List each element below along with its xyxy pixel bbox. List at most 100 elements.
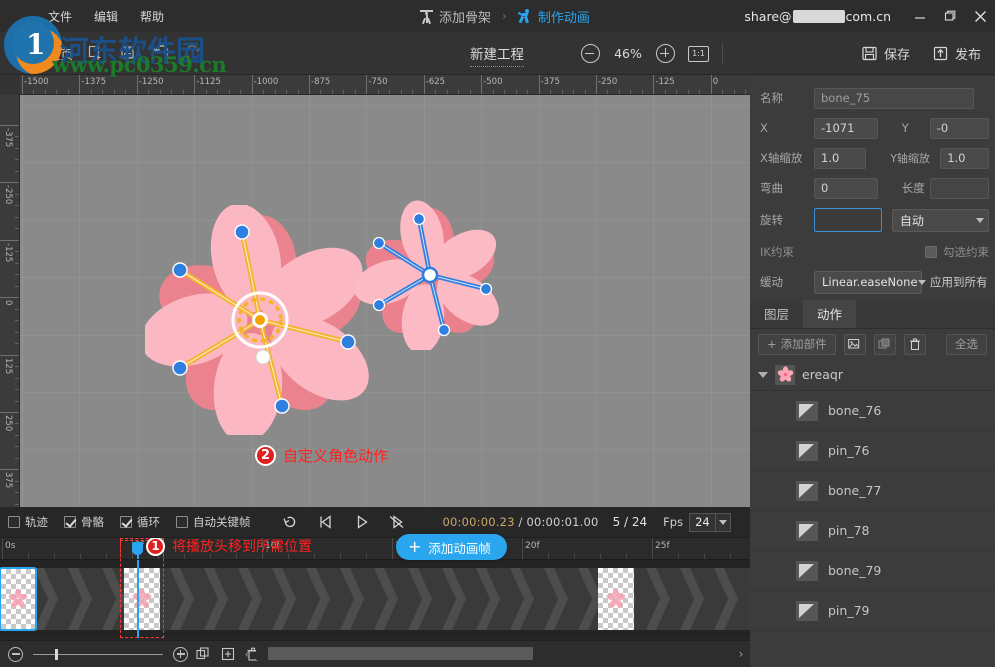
- zoom-out-icon[interactable]: [581, 44, 600, 63]
- play-icon[interactable]: [353, 513, 371, 531]
- duplicate-icon[interactable]: [874, 334, 896, 355]
- ruler-minor-tick: [734, 90, 735, 94]
- zoom-slider[interactable]: [33, 647, 163, 662]
- rotate-mode-select[interactable]: 自动: [892, 209, 989, 232]
- user-account[interactable]: share@ com.cn: [744, 9, 891, 24]
- x-input[interactable]: -1071: [814, 118, 878, 139]
- layer-row[interactable]: bone_77: [750, 471, 995, 511]
- delete-icon[interactable]: [904, 334, 926, 355]
- horizontal-scrollbar[interactable]: ‹ ›: [238, 640, 750, 667]
- prev-frame-icon[interactable]: [317, 513, 335, 531]
- checkbox-bones-label: 骨骼: [81, 514, 104, 530]
- ruler-tick: [0, 297, 20, 298]
- checkbox-trajectory[interactable]: 轨迹: [8, 514, 48, 530]
- add-part-button[interactable]: + 添加部件: [758, 334, 836, 355]
- project-name[interactable]: 新建工程: [470, 43, 524, 67]
- actual-size-button[interactable]: 1:1: [688, 46, 709, 62]
- replay-icon[interactable]: [281, 513, 299, 531]
- chevron-down-icon[interactable]: [758, 372, 768, 378]
- ik-constraint-checkbox[interactable]: [925, 246, 937, 258]
- layer-row[interactable]: pin_76: [750, 431, 995, 471]
- layer-row[interactable]: bone_79: [750, 551, 995, 591]
- ruler-minor-tick: [447, 90, 448, 94]
- checkbox-loop[interactable]: 循环: [120, 514, 160, 530]
- close-button[interactable]: [965, 0, 995, 32]
- menu-edit[interactable]: 编辑: [94, 8, 118, 25]
- save-disk-icon[interactable]: [119, 44, 137, 62]
- y-input[interactable]: -0: [930, 118, 989, 139]
- menu-help[interactable]: 帮助: [140, 8, 164, 25]
- next-frame-icon[interactable]: [389, 513, 407, 531]
- publish-button[interactable]: 发布: [932, 44, 981, 63]
- timeline-ruler[interactable]: 1 将播放头移到所需位置 0s5f10f15f20f25f: [0, 538, 750, 560]
- scroll-left-icon[interactable]: ‹: [238, 647, 256, 661]
- ruler-minor-tick: [15, 320, 19, 321]
- timeline-track-area[interactable]: [0, 560, 750, 638]
- add-image-icon[interactable]: [844, 334, 866, 355]
- keyframe-thumbnail[interactable]: [598, 568, 634, 630]
- scroll-right-icon[interactable]: ›: [732, 647, 750, 661]
- back-home-button[interactable]: 返回主页: [12, 44, 73, 63]
- zoom-in-icon[interactable]: [656, 44, 675, 63]
- ruler-minor-tick: [298, 90, 299, 94]
- scrollbar-thumb[interactable]: [268, 647, 533, 660]
- layer-row[interactable]: pin_78: [750, 511, 995, 551]
- keyframe-flower-icon: [605, 588, 627, 610]
- playhead-handle[interactable]: [132, 542, 143, 555]
- ruler-minor-tick: [15, 251, 19, 252]
- save-button[interactable]: 保存: [861, 44, 910, 63]
- copy-frame-icon[interactable]: [193, 644, 213, 664]
- apply-to-all-button[interactable]: 应用到所有: [930, 274, 988, 290]
- fps-select[interactable]: 24: [689, 513, 731, 532]
- add-animation-frame-button[interactable]: + 添加动画帧: [396, 534, 507, 560]
- redo-icon[interactable]: [183, 44, 201, 62]
- rotate-input[interactable]: [814, 208, 882, 232]
- ruler-minor-tick: [378, 90, 379, 94]
- keyframe-thumbnail[interactable]: [0, 568, 36, 630]
- track-chevrons: [0, 568, 750, 630]
- tab-layers[interactable]: 图层: [750, 300, 803, 328]
- playhead-line[interactable]: [137, 560, 139, 638]
- checkbox-bones[interactable]: 骨骼: [64, 514, 104, 530]
- main-toolbar: 返回主页: [0, 32, 995, 75]
- grid-line: [22, 95, 23, 507]
- checkbox-auto-keyframe[interactable]: 自动关键帧: [176, 514, 251, 530]
- menu-file[interactable]: 文件: [48, 8, 72, 25]
- canvas-stage[interactable]: 2 自定义角色动作 3 再将图片状态添加动画帧: [20, 95, 750, 507]
- character-flower-secondary[interactable]: [355, 200, 505, 350]
- ruler-label: -1375: [79, 77, 106, 87]
- scrollbar-track[interactable]: [256, 647, 732, 660]
- layer-group-row[interactable]: ereaqr: [750, 359, 995, 391]
- ruler-minor-tick: [745, 90, 746, 94]
- canvas-area[interactable]: -1500-1375-1250-1125-1000-875-750-625-50…: [0, 75, 750, 507]
- chevron-down-icon[interactable]: [715, 514, 730, 531]
- bend-input[interactable]: 0: [814, 178, 878, 199]
- animation-track[interactable]: [0, 568, 750, 630]
- tab-actions[interactable]: 动作: [803, 300, 856, 328]
- ik-checkbox-label: 勾选约束: [943, 244, 989, 260]
- layer-thumbnail: [796, 561, 818, 581]
- scale-x-input[interactable]: 1.0: [814, 148, 866, 169]
- add-frame-icon[interactable]: [218, 644, 238, 664]
- horizontal-ruler[interactable]: -1500-1375-1250-1125-1000-875-750-625-50…: [0, 75, 750, 95]
- step-add-skeleton[interactable]: 添加骨架: [420, 7, 491, 26]
- minimize-button[interactable]: [905, 0, 935, 32]
- ruler-label: -375: [539, 77, 560, 87]
- ruler-label: -1000: [252, 77, 279, 87]
- zoom-in-icon[interactable]: [173, 647, 188, 662]
- timeline-minor-tick: [730, 554, 731, 559]
- scale-y-input[interactable]: 1.0: [940, 148, 989, 169]
- layer-list[interactable]: ereaqr bone_76pin_76bone_77pin_78bone_79…: [750, 359, 995, 631]
- step-make-animation[interactable]: 制作动画: [518, 7, 590, 26]
- maximize-button[interactable]: [935, 0, 965, 32]
- undo-icon[interactable]: [151, 44, 169, 62]
- select-all-button[interactable]: 全选: [946, 334, 987, 355]
- vertical-ruler[interactable]: -375-250-1250125250375: [0, 95, 20, 507]
- easing-select[interactable]: Linear.easeNone: [814, 271, 922, 294]
- new-file-icon[interactable]: [87, 44, 105, 62]
- zoom-out-icon[interactable]: [8, 647, 23, 662]
- character-flower-selected[interactable]: [145, 205, 375, 435]
- layer-row[interactable]: pin_79: [750, 591, 995, 631]
- ruler-minor-tick: [435, 90, 436, 94]
- layer-row[interactable]: bone_76: [750, 391, 995, 431]
